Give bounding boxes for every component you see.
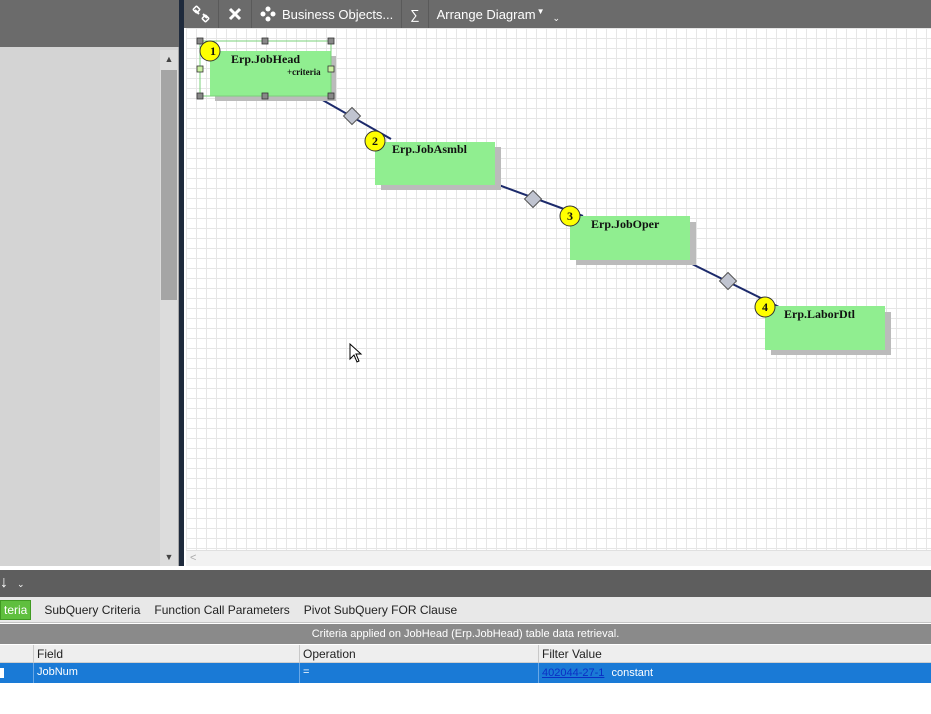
arrange-diagram-label: Arrange Diagram [436, 6, 536, 22]
column-header-operation[interactable]: Operation [299, 645, 538, 663]
query-diagram [196, 37, 891, 355]
panel-splitter[interactable] [179, 0, 184, 566]
node-badge-3: 3 [567, 209, 573, 223]
caret-down-icon: ▼ [536, 6, 545, 16]
scroll-up-icon[interactable]: ▲ [160, 52, 178, 66]
left-panel-scrollbar[interactable]: ▲ ▼ [160, 50, 178, 566]
node-title-jobasmbl: Erp.JobAsmbl [392, 142, 468, 156]
table-node-labordtl[interactable] [754, 296, 891, 355]
tab-subquery-criteria[interactable]: SubQuery Criteria [37, 599, 147, 621]
node-title-labordtl: Erp.LaborDtl [784, 307, 856, 321]
cell-filter-value[interactable]: 402044-27-1 constant [538, 663, 931, 683]
delete-button[interactable] [219, 0, 252, 28]
cell-field[interactable]: JobNum [33, 663, 299, 683]
scroll-thumb[interactable] [161, 70, 177, 300]
criteria-grid-header: Field Operation Filter Value [0, 645, 931, 663]
chevron-down-icon[interactable]: ⌄ [552, 13, 560, 24]
mouse-cursor-icon [349, 343, 363, 363]
node-badge-4: 4 [762, 300, 768, 314]
filter-value-type: constant [611, 667, 654, 679]
join-diamond-1[interactable] [342, 106, 362, 126]
tab-function-call-parameters[interactable]: Function Call Parameters [147, 599, 296, 621]
node-title-jobhead: Erp.JobHead [231, 52, 301, 66]
objects-icon [260, 6, 276, 22]
arrange-diagram-button[interactable]: Arrange Diagram ▼ ⌄ [429, 0, 568, 28]
criteria-info-bar: Criteria applied on JobHead (Erp.JobHead… [0, 624, 931, 644]
criteria-tabs: teria SubQuery Criteria Function Call Pa… [0, 597, 931, 623]
scroll-left-icon[interactable]: < [190, 551, 196, 565]
tab-pivot-subquery-for-clause[interactable]: Pivot SubQuery FOR Clause [297, 599, 464, 621]
table-node-jobasmbl[interactable] [364, 130, 501, 190]
left-panel [0, 47, 179, 566]
table-node-joboper[interactable] [559, 205, 696, 265]
business-objects-button[interactable]: Business Objects... [252, 0, 403, 28]
row-selector[interactable] [0, 668, 4, 678]
diagram-toolbar: Business Objects... ∑ Arrange Diagram ▼ … [184, 0, 931, 28]
node-criteria-label: +criteria [287, 67, 321, 77]
node-badge-2: 2 [372, 134, 378, 148]
column-header-field[interactable]: Field [33, 645, 299, 663]
filter-value-link[interactable]: 402044-27-1 [542, 667, 604, 679]
sort-down-icon[interactable]: ↓ [0, 574, 8, 592]
tab-criteria[interactable]: teria [0, 599, 32, 620]
sum-button[interactable]: ∑ [402, 0, 429, 28]
join-diamond-2[interactable] [523, 189, 543, 209]
join-diamond-3[interactable] [718, 271, 738, 291]
node-title-joboper: Erp.JobOper [591, 217, 660, 231]
scroll-down-icon[interactable]: ▼ [160, 550, 178, 564]
column-header-filter-value[interactable]: Filter Value [538, 645, 931, 663]
cell-operation[interactable]: = [299, 663, 538, 683]
table-row[interactable]: JobNum = 402044-27-1 constant [0, 663, 931, 683]
chevron-down-icon[interactable]: ⌄ [17, 579, 25, 590]
link-button[interactable] [184, 0, 219, 28]
sum-icon: ∑ [410, 6, 420, 22]
left-panel-header [0, 0, 179, 47]
bottom-toolbar: ↓ ⌄ [0, 570, 931, 597]
link-icon [192, 5, 210, 23]
business-objects-label: Business Objects... [282, 6, 394, 22]
canvas-horizontal-scrollbar[interactable]: < [186, 550, 931, 566]
node-badge-1: 1 [210, 44, 216, 58]
close-icon [228, 7, 242, 21]
